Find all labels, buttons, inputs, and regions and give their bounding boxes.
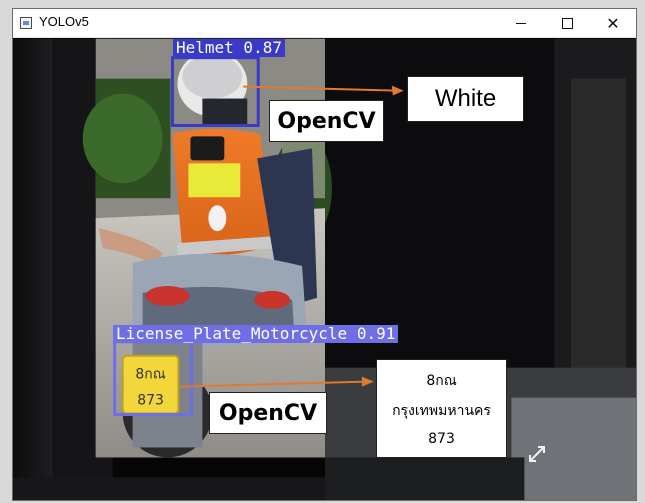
plate-line-3: 873	[428, 430, 455, 447]
license-plate-image: 8กณ 873	[121, 354, 180, 415]
app-window: YOLOv5 ✕ 8กณ 873 Helmet 0.87 License_Pla…	[12, 8, 637, 501]
plate-print-bottom: 873	[137, 393, 164, 409]
title-bar[interactable]: YOLOv5 ✕	[13, 9, 636, 38]
plate-line-2: กรุงเทพมหานคร	[392, 403, 491, 420]
plate-print-top: 8กณ	[135, 367, 165, 383]
maximize-icon	[561, 18, 573, 29]
maximize-button[interactable]	[544, 9, 590, 38]
helmet-color-result: White	[407, 76, 524, 122]
plate-line-1: 8กณ	[426, 373, 457, 390]
app-icon	[20, 17, 32, 29]
plate-detection-label: License_Plate_Motorcycle 0.91	[113, 325, 399, 343]
helmet-detection-label: Helmet 0.87	[173, 39, 285, 57]
opencv-label-top: OpenCV	[269, 100, 384, 142]
plate-ocr-result: 8กณ กรุงเทพมหานคร 873	[376, 359, 507, 458]
opencv-label-bottom: OpenCV	[209, 392, 327, 434]
expand-icon[interactable]	[528, 445, 546, 463]
close-icon: ✕	[606, 13, 620, 33]
minimize-icon	[516, 23, 526, 24]
close-button[interactable]: ✕	[590, 9, 636, 38]
window-title: YOLOv5	[39, 14, 89, 29]
minimize-button[interactable]	[498, 9, 544, 38]
video-frame: 8กณ 873 Helmet 0.87 License_Plate_Motorc…	[13, 38, 636, 500]
